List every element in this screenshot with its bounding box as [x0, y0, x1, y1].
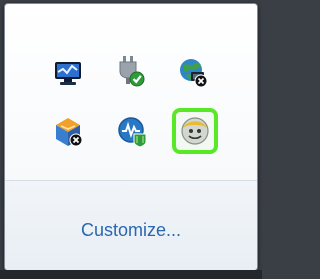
network-disconnected-icon[interactable] — [176, 55, 210, 89]
windows-update-icon[interactable] — [51, 115, 85, 149]
tray-icon-grid — [5, 4, 257, 180]
notification-overflow-flyout: Customize... — [4, 3, 258, 271]
highlight-box — [172, 108, 218, 154]
security-shield-icon[interactable] — [115, 114, 149, 148]
customize-link[interactable]: Customize... — [5, 220, 257, 241]
power-plugged-icon[interactable] — [113, 54, 147, 88]
action-center-icon[interactable] — [51, 56, 85, 90]
taskbar-edge — [0, 270, 262, 279]
